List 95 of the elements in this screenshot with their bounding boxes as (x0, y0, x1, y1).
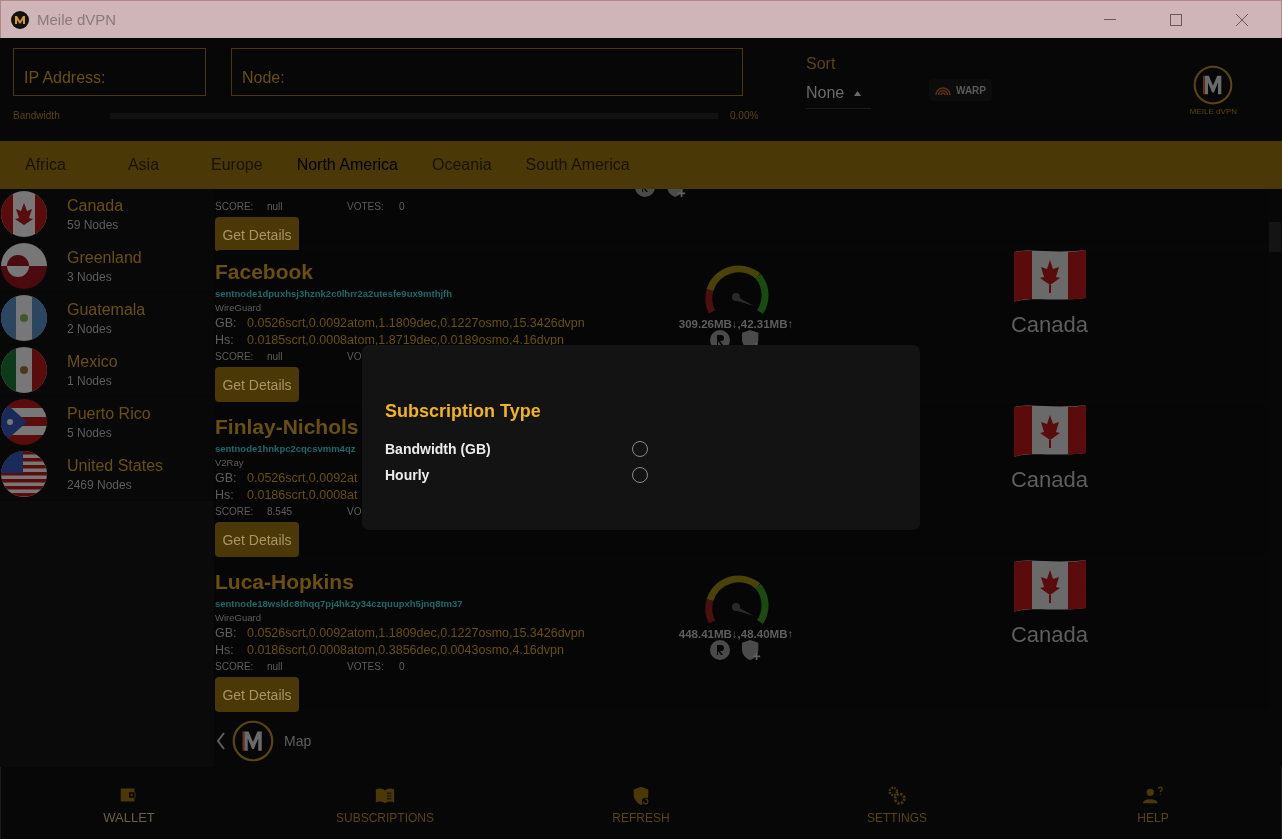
score-label: SCORE: (215, 201, 255, 212)
price-value: 0.0526scrt,0.0092atom,1.1809dec,0.1227osmo,15.3426dvpn (247, 316, 585, 330)
score-value: null (267, 351, 284, 362)
country-name: Canada (67, 196, 124, 215)
votes-label: VOTES: (347, 201, 385, 212)
protocol-label: WireGuard (215, 612, 261, 623)
warp-button[interactable]: WARP (929, 79, 992, 101)
traffic-reading: 448.41MB↓,48.40MB↑ (678, 628, 794, 640)
votes-value: 0 (399, 661, 405, 672)
logo-caption: MEILE dVPN (1189, 107, 1237, 116)
flag-icon (1, 399, 47, 445)
votes-value: 0 (399, 201, 405, 212)
score-value: null (267, 201, 284, 212)
maximize-icon (1170, 13, 1182, 26)
price-value: 0.0526scrt,0.0092at (247, 471, 358, 485)
sort-label: Sort (806, 55, 837, 73)
traffic-reading: 309.26MB↓,42.31MB↑ (678, 318, 794, 330)
nav-button[interactable]: REFRESH (513, 767, 769, 839)
flag-icon (1011, 558, 1088, 614)
app-logo-icon (11, 10, 29, 29)
flag-icon (1011, 248, 1088, 304)
r-badge-icon (710, 640, 730, 660)
map-label: Map (284, 733, 312, 749)
caret-icon (854, 90, 862, 96)
nav-button[interactable]: SETTINGS (769, 767, 1025, 839)
nav-button[interactable]: WALLET (1, 767, 257, 839)
shield-plus-icon (742, 640, 762, 662)
node-count: 3 Nodes (67, 269, 113, 284)
protocol-label: WireGuard (215, 302, 261, 313)
node-count: 59 Nodes (67, 217, 120, 232)
dialog-title: Subscription Type (385, 401, 542, 422)
country-name: United States (67, 456, 164, 475)
flag-icon (1, 451, 47, 497)
votes-label: VOTES: (347, 661, 385, 672)
country-name: Puerto Rico (67, 404, 151, 423)
node-count: 2 Nodes (67, 321, 113, 336)
get-details-button[interactable]: Get Details (215, 677, 299, 712)
window-title: Meile dVPN (37, 11, 118, 28)
score-label: SCORE: (215, 506, 255, 517)
nav-button[interactable]: HELP (1025, 767, 1281, 839)
country-name: Canada (1010, 622, 1089, 648)
votes-label: VO (347, 506, 363, 517)
minimize-icon (1104, 19, 1116, 20)
score-value: null (267, 661, 284, 672)
region-tab[interactable]: North America (279, 141, 415, 189)
price-value: 0.0185scrt,0.0008atom,1.8719dec,0.0189osmo,4.16dvpn (247, 333, 564, 347)
price-value: 0.0186scrt,0.0008atom,0.3856dec,0.0043osmo,4.16dvpn (247, 643, 564, 657)
node-name: Luca-Hopkins (215, 570, 354, 595)
flag-icon (1011, 403, 1088, 459)
votes-label: VO (347, 351, 363, 362)
close-icon (1236, 13, 1248, 26)
map-logo-icon (232, 720, 274, 762)
flag-icon (1, 191, 47, 237)
nav-button[interactable]: SUBSCRIPTIONS (257, 767, 513, 839)
score-label: SCORE: (215, 661, 255, 672)
node-address: sentnode1dpuxhsj3hznk2c0lhrr2a2utesfe9ux9mthjfh (215, 288, 453, 299)
ip-address-field[interactable]: IP Address: (13, 48, 206, 96)
node-search-field[interactable]: Node: (231, 48, 743, 96)
flag-icon (1, 295, 47, 341)
price-label: GB: (215, 626, 238, 640)
flag-icon (1, 347, 47, 393)
settings-icon (886, 784, 908, 807)
get-details-button[interactable]: Get Details (215, 522, 299, 557)
flag-icon (1, 243, 47, 289)
price-label: Hs: (215, 488, 235, 502)
get-details-button[interactable]: Get Details (215, 367, 299, 402)
country-name: Guatemala (67, 300, 146, 319)
bandwidth-label: Bandwidth (13, 110, 61, 121)
price-value: 0.0186scrt,0.0008at (247, 488, 358, 502)
back-button[interactable] (214, 731, 226, 751)
country-name: Canada (1010, 312, 1089, 338)
node-count: 1 Nodes (67, 373, 113, 388)
node-count: 2469 Nodes (67, 477, 133, 492)
node-address: sentnode1hnkpc2cqcsvmm4qz (215, 443, 356, 454)
country-name: Mexico (67, 352, 118, 371)
node-name: Finlay-Nichols (215, 415, 359, 440)
node-address: sentnode18wsldc8thqq7pj4hk2y34czquupxh5jnq8tm37 (215, 598, 463, 609)
price-label: Hs: (215, 643, 235, 657)
price-label: Hs: (215, 333, 235, 347)
score-value: 8.545 (267, 506, 294, 517)
node-name: Facebook (215, 260, 314, 285)
option-label: Bandwidth (GB) (385, 441, 492, 457)
bandwidth-reading: 0.00% (730, 110, 759, 121)
price-label: GB: (215, 316, 238, 330)
score-label: SCORE: (215, 351, 255, 362)
country-name: Canada (1010, 467, 1089, 493)
country-name: Greenland (67, 248, 142, 267)
logo-icon (1193, 65, 1234, 105)
node-count: 5 Nodes (67, 425, 113, 440)
option-label: Hourly (385, 467, 431, 483)
sort-dropdown[interactable]: None (806, 83, 871, 109)
price-label: GB: (215, 471, 238, 485)
get-details-button[interactable]: Get Details (215, 217, 299, 252)
price-value: 0.0526scrt,0.0092atom,1.1809dec,0.1227osmo,15.3426dvpn (247, 626, 585, 640)
protocol-label: V2Ray (215, 457, 244, 468)
